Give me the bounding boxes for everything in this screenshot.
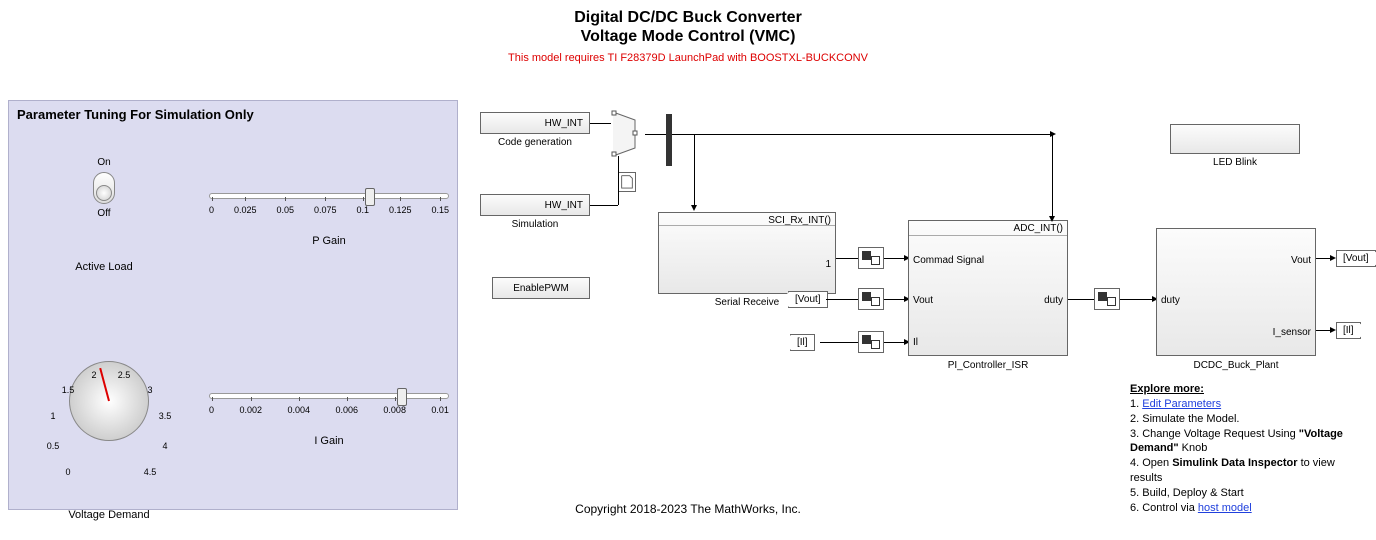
from-tag-il[interactable]: [Il] <box>790 334 815 351</box>
block-label: EnablePWM <box>513 283 569 294</box>
knob-tick-label: 2.5 <box>114 370 134 380</box>
explore-heading: Explore more: <box>1130 382 1350 397</box>
page-title-2: Voltage Mode Control (VMC) <box>0 27 1376 46</box>
block-pi-controller[interactable]: ADC_INT() Commad Signal Vout Il duty <box>908 220 1068 356</box>
slider-thumb-icon <box>397 388 407 406</box>
toggle-on-label: On <box>64 157 144 168</box>
fcn-call-label: ADC_INT() <box>1014 223 1063 234</box>
page-title-1: Digital DC/DC Buck Converter <box>0 8 1376 27</box>
rate-transition-icon[interactable] <box>858 331 884 353</box>
tick-label: 0.15 <box>431 205 449 215</box>
tag-label: [Vout] <box>1343 253 1369 264</box>
toggle-off-label: Off <box>64 208 144 219</box>
tick-label: 0.006 <box>335 405 358 415</box>
knob-tick-label: 3.5 <box>155 411 175 421</box>
knob-tick-label: 4 <box>155 441 175 451</box>
knob-tick-label: 0.5 <box>43 441 63 451</box>
goto-tag-vout[interactable]: [Vout] <box>1336 250 1376 267</box>
explore-item: 2. Simulate the Model. <box>1130 412 1350 427</box>
edit-parameters-link[interactable]: Edit Parameters <box>1142 398 1221 410</box>
block-hw-int-codegen[interactable]: HW_INT <box>480 112 590 134</box>
port-label: duty <box>1161 295 1180 306</box>
rate-transition-icon[interactable] <box>1094 288 1120 310</box>
block-led-blink[interactable] <box>1170 124 1300 154</box>
tick-label: 0 <box>209 205 214 215</box>
knob-tick-label: 1 <box>43 411 63 421</box>
voltage-demand-knob[interactable]: 00.511.522.533.544.5 Voltage Demand <box>29 331 189 521</box>
block-caption: Code generation <box>480 137 590 148</box>
port-label: Vout <box>913 295 933 306</box>
block-caption: LED Blink <box>1170 157 1300 168</box>
block-caption: Simulation <box>480 219 590 230</box>
tick-label: 0.008 <box>383 405 406 415</box>
rate-transition-icon[interactable] <box>858 288 884 310</box>
explore-item: 1. Edit Parameters <box>1130 397 1350 412</box>
from-tag-vout[interactable]: [Vout] <box>788 291 828 308</box>
copyright: Copyright 2018-2023 The MathWorks, Inc. <box>0 502 1376 516</box>
toggle-switch-icon <box>93 172 115 204</box>
knob-tick-label: 2 <box>84 370 104 380</box>
tick-label: 0.004 <box>287 405 310 415</box>
slider-thumb-icon <box>365 188 375 206</box>
explore-item: 5. Build, Deploy & Start <box>1130 486 1350 501</box>
port-label: Commad Signal <box>913 255 984 266</box>
header: Digital DC/DC Buck Converter Voltage Mod… <box>0 0 1376 64</box>
port-label: I_sensor <box>1273 327 1311 338</box>
port-label: Il <box>913 337 918 348</box>
rate-transition-icon[interactable] <box>858 247 884 269</box>
block-dcdc-plant[interactable]: duty Vout I_sensor <box>1156 228 1316 356</box>
block-label: HW_INT <box>545 118 583 129</box>
tick-label: 0 <box>209 405 214 415</box>
knob-tick-label: 4.5 <box>140 467 160 477</box>
tag-label: [Il] <box>1343 325 1354 336</box>
active-load-toggle[interactable]: On Off <box>64 157 144 219</box>
block-label: HW_INT <box>545 200 583 211</box>
p-gain-label: P Gain <box>209 235 449 247</box>
block-enable-pwm[interactable]: EnablePWM <box>492 277 590 299</box>
tick-label: 0.05 <box>276 205 294 215</box>
param-panel-title: Parameter Tuning For Simulation Only <box>9 101 457 128</box>
block-serial-receive[interactable]: SCI_Rx_INT() 1 <box>658 212 836 294</box>
tick-label: 0.125 <box>389 205 412 215</box>
block-hw-int-sim[interactable]: HW_INT <box>480 194 590 216</box>
port-label: duty <box>1044 295 1063 306</box>
active-load-label: Active Load <box>39 261 169 273</box>
page-subtitle: This model requires TI F28379D LaunchPad… <box>0 52 1376 64</box>
param-panel: Parameter Tuning For Simulation Only On … <box>8 100 458 510</box>
explore-item: 3. Change Voltage Request Using "Voltage… <box>1130 427 1350 457</box>
port-label: 1 <box>825 259 831 270</box>
tag-label: [Il] <box>797 337 808 348</box>
block-caption: DCDC_Buck_Plant <box>1156 360 1316 371</box>
knob-icon <box>69 361 149 441</box>
explore-more: Explore more: 1. Edit Parameters 2. Simu… <box>1130 382 1350 516</box>
model-ref-icon[interactable] <box>618 172 636 192</box>
port-label: Vout <box>1291 255 1311 266</box>
signal-bus-icon <box>666 114 672 166</box>
p-gain-slider[interactable]: 0 0.025 0.05 0.075 0.1 0.125 0.15 P Gain <box>209 193 449 247</box>
goto-tag-il[interactable]: [Il] <box>1336 322 1361 339</box>
tick-label: 0.1 <box>356 205 369 215</box>
tick-label: 0.01 <box>431 405 449 415</box>
explore-item: 4. Open Simulink Data Inspector to view … <box>1130 456 1350 486</box>
block-caption: PI_Controller_ISR <box>908 360 1068 371</box>
variant-mux-icon[interactable] <box>611 110 645 158</box>
tick-label: 0.025 <box>234 205 257 215</box>
knob-tick-label: 0 <box>58 467 78 477</box>
knob-tick-label: 3 <box>140 385 160 395</box>
tick-label: 0.002 <box>239 405 262 415</box>
i-gain-label: I Gain <box>209 435 449 447</box>
knob-tick-label: 1.5 <box>58 385 78 395</box>
i-gain-slider[interactable]: 0 0.002 0.004 0.006 0.008 0.01 I Gain <box>209 393 449 447</box>
tag-label: [Vout] <box>795 294 821 305</box>
tick-label: 0.075 <box>314 205 337 215</box>
